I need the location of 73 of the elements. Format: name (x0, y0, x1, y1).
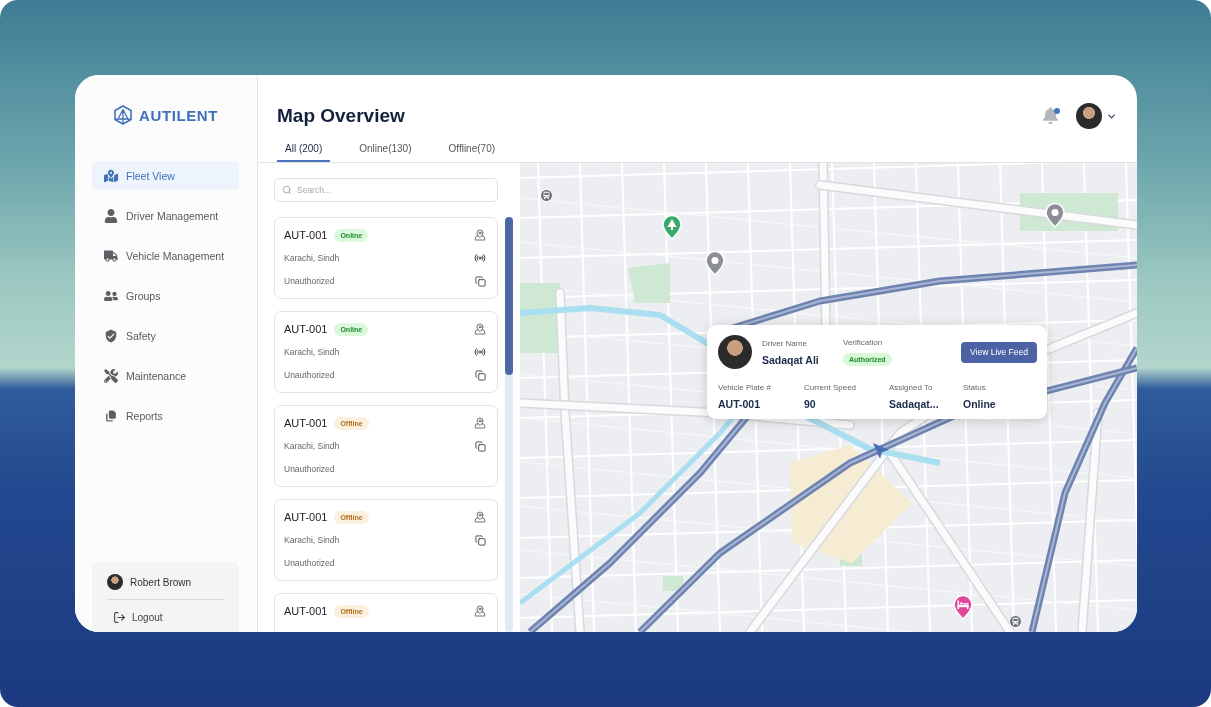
field-value: AUT-001 (718, 398, 760, 410)
bed-pin-icon[interactable] (953, 595, 973, 620)
field-label: Current Speed (804, 383, 857, 392)
user-name: Robert Brown (130, 576, 192, 588)
authorization-status: Unauthorized (284, 464, 335, 474)
map-pin-icon[interactable] (474, 417, 486, 429)
copy-icon[interactable] (474, 369, 486, 381)
field-label: Assigned To (889, 383, 933, 392)
view-live-feed-button[interactable]: View Live Feed (961, 341, 1037, 363)
search-field[interactable]: Search... (274, 178, 498, 202)
vehicle-id: AUT-001 (284, 605, 328, 617)
field-value: Online (963, 398, 996, 410)
sidebar-item[interactable]: Reports (92, 401, 239, 430)
vehicle-id: AUT-001 (284, 323, 328, 335)
documents-icon (104, 408, 118, 423)
map-icon (104, 168, 118, 183)
people-icon (104, 288, 118, 303)
tree-pin-icon[interactable] (662, 215, 682, 240)
sidebar-item[interactable]: Vehicle Management (92, 241, 239, 270)
vehicle-id: AUT-001 (284, 417, 328, 429)
sidebar-item[interactable]: Driver Management (92, 201, 239, 230)
avatar-icon (718, 335, 752, 369)
shield-check-icon (104, 328, 118, 343)
navigation-arrow-icon (872, 442, 890, 460)
field-label: Verification (843, 338, 883, 347)
copy-icon[interactable] (474, 534, 486, 546)
logout-icon (113, 610, 126, 624)
map-pin-icon[interactable] (1045, 203, 1065, 228)
vehicle-location: Karachi, Sindh (284, 347, 340, 357)
authorization-status: Unauthorized (284, 370, 335, 380)
vehicle-location: Karachi, Sindh (284, 253, 340, 263)
field-value: 90 (804, 398, 816, 410)
avatar-icon (107, 574, 123, 590)
person-icon (104, 208, 118, 223)
map-pin-icon[interactable] (474, 511, 486, 523)
page-title: Map Overview (277, 105, 405, 127)
logout-button[interactable]: Logout (107, 608, 163, 626)
brand-name: AUTILENT (139, 106, 218, 124)
authorization-status: Unauthorized (284, 558, 335, 568)
sidebar-item[interactable]: Groups (92, 281, 239, 310)
vehicle-location: Karachi, Sindh (284, 535, 340, 545)
field-label: Vehicle Plate # (718, 383, 771, 392)
copy-icon[interactable] (474, 275, 486, 287)
sidebar-item[interactable]: Fleet View (92, 161, 239, 190)
broadcast-icon[interactable] (474, 252, 486, 264)
hexagon-logo-icon (113, 105, 133, 125)
map-pin-icon[interactable] (705, 251, 725, 276)
map-pin-icon[interactable] (474, 229, 486, 241)
vehicle-id: AUT-001 (284, 511, 328, 523)
copy-icon[interactable] (474, 440, 486, 452)
park-area (663, 576, 683, 591)
map-pin-icon[interactable] (474, 323, 486, 335)
field-value: Sadaqat... (889, 398, 939, 410)
park-area (628, 263, 670, 303)
driver-name: Sadaqat Ali (762, 353, 819, 366)
scrollbar-track[interactable] (505, 217, 513, 632)
vehicle-location: Karachi, Sindh (284, 441, 340, 451)
tools-icon (104, 368, 118, 383)
field-label: Status (963, 383, 986, 392)
sidebar-item[interactable]: Maintenance (92, 361, 239, 390)
search-icon (282, 185, 292, 195)
filter-tab[interactable]: Offline(70) (440, 136, 504, 162)
filter-tab[interactable]: Online(130) (351, 136, 420, 162)
avatar-icon[interactable] (1076, 103, 1102, 129)
authorization-status: Unauthorized (284, 276, 335, 286)
field-label: Driver Name (762, 338, 807, 348)
vehicle-id: AUT-001 (284, 229, 328, 241)
map-pin-icon[interactable] (474, 605, 486, 617)
sidebar-item[interactable]: Safety (92, 321, 239, 350)
broadcast-icon[interactable] (474, 346, 486, 358)
notification-bell-icon[interactable] (1042, 107, 1059, 124)
truck-icon (104, 248, 118, 263)
scrollbar-thumb[interactable] (505, 217, 513, 375)
